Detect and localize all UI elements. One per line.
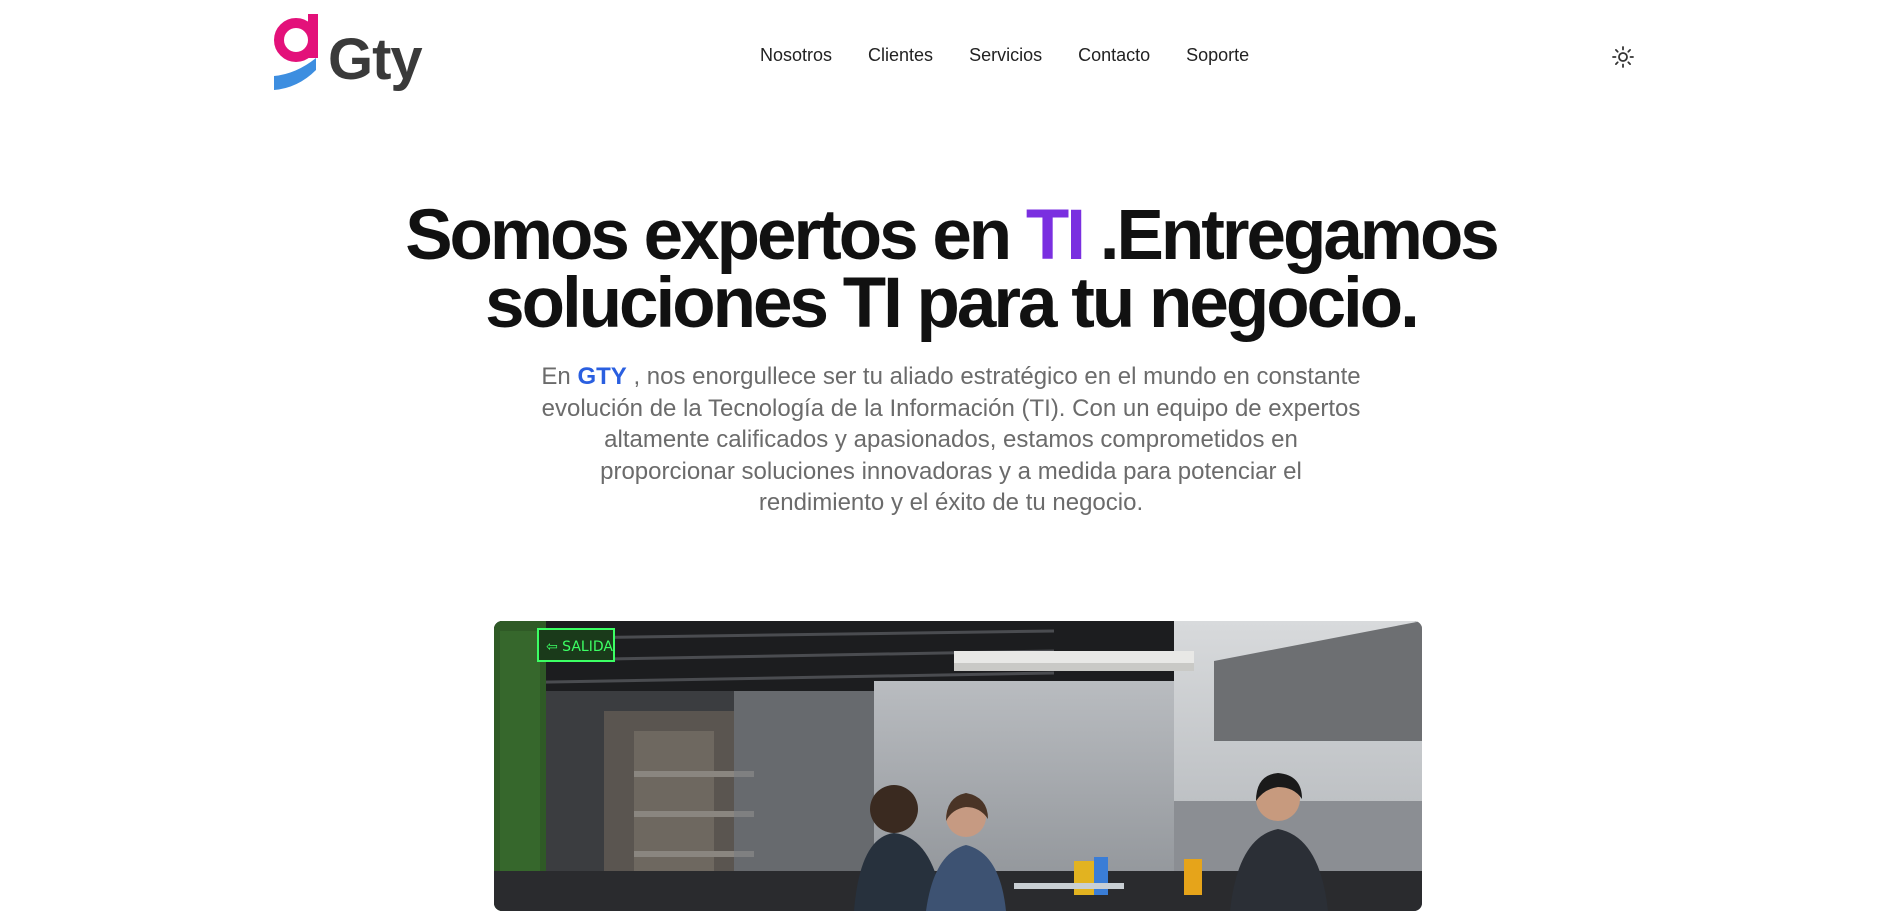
sun-icon [1612, 46, 1634, 68]
gty-logo[interactable]: Gty [270, 14, 430, 92]
nav-link-nosotros[interactable]: Nosotros [760, 45, 832, 66]
theme-toggle-button[interactable] [1611, 45, 1635, 69]
nav-link-contacto[interactable]: Contacto [1078, 45, 1150, 66]
hero-title: Somos expertos en TI .Entregamos solucio… [300, 200, 1602, 339]
gty-logo-mark [274, 14, 318, 90]
nav-link-clientes[interactable]: Clientes [868, 45, 933, 66]
hero-description-brand: GTY [577, 363, 627, 390]
hero-description-prefix: En [541, 363, 578, 390]
hero-description-text: , nos enorgullece ser tu aliado estratég… [541, 363, 1361, 516]
team-photo-illustration: ⇦ SALIDA [494, 621, 1422, 911]
nav-link-servicios[interactable]: Servicios [969, 45, 1042, 66]
hero-description: En GTY , nos enorgullece ser tu aliado e… [540, 361, 1362, 519]
site-header: Gty Nosotros Clientes Servicios Contacto… [0, 0, 1902, 115]
svg-text:⇦ SALIDA: ⇦ SALIDA [546, 639, 613, 655]
main-nav: Nosotros Clientes Servicios Contacto Sop… [760, 45, 1285, 66]
nav-link-soporte[interactable]: Soporte [1186, 45, 1249, 66]
logo-text: Gty [328, 27, 423, 92]
team-photo: ⇦ SALIDA [494, 621, 1422, 911]
